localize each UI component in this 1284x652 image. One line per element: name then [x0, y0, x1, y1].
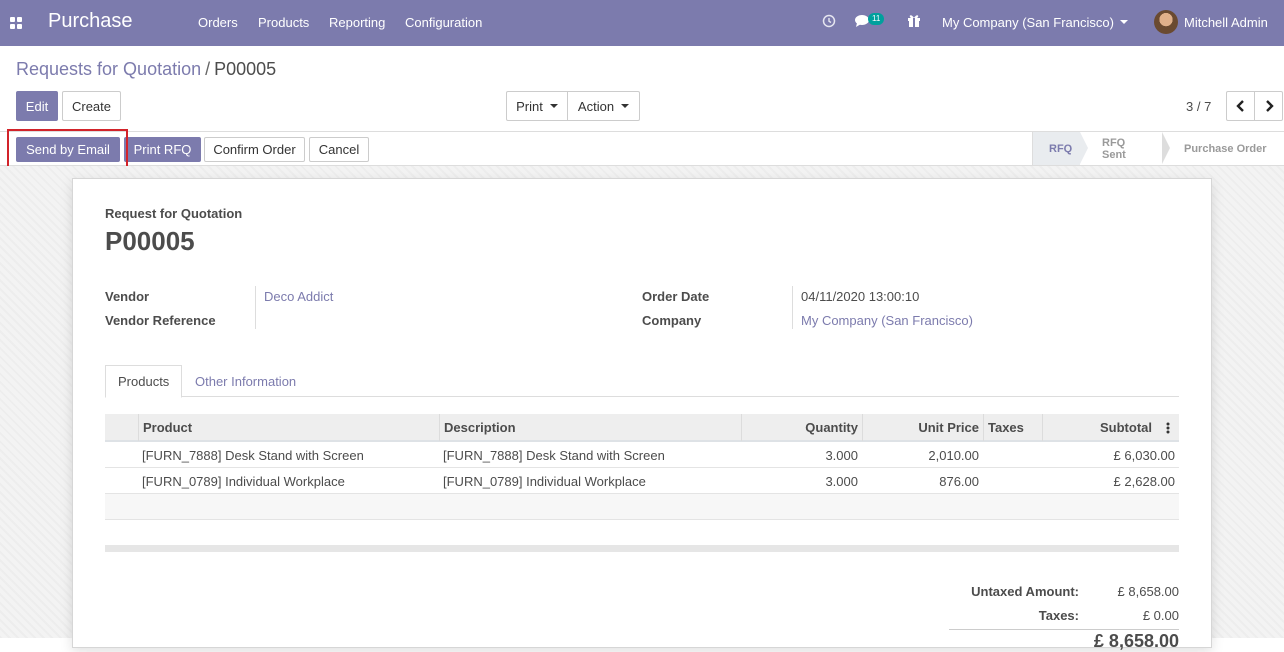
- row-subtotal: £ 2,628.00: [1113, 473, 1175, 489]
- action-label: Action: [577, 98, 615, 114]
- stage-rfq[interactable]: RFQ: [1032, 132, 1088, 165]
- row-quantity[interactable]: 3.000: [741, 468, 862, 494]
- stage-purchase-order[interactable]: Purchase Order: [1162, 132, 1284, 165]
- untaxed-amount-label: Untaxed Amount:: [971, 584, 1079, 599]
- vendor-field[interactable]: Deco Addict: [264, 289, 333, 304]
- row-taxes[interactable]: [983, 468, 1042, 494]
- menu-products[interactable]: Products: [258, 15, 309, 30]
- action-dropdown[interactable]: Action: [567, 91, 640, 121]
- breadcrumb-current: P00005: [214, 59, 277, 79]
- table-header: Product Description Quantity Unit Price …: [105, 414, 1179, 442]
- form-subtitle: Request for Quotation: [105, 206, 243, 221]
- column-product[interactable]: Product: [138, 414, 439, 441]
- vendor-label: Vendor: [105, 289, 150, 304]
- totals-divider: [949, 629, 1179, 630]
- column-subtotal[interactable]: Subtotal: [1042, 414, 1156, 441]
- row-unit-price[interactable]: 2,010.00: [862, 442, 983, 468]
- chevron-left-icon: [1235, 100, 1244, 112]
- row-unit-price[interactable]: 876.00: [862, 468, 983, 494]
- confirm-order-button[interactable]: Confirm Order: [204, 137, 305, 162]
- form-title: P00005: [105, 226, 195, 256]
- chevron-right-icon: [1265, 100, 1274, 112]
- notebook-tabs: Products Other Information: [105, 365, 1179, 398]
- print-rfq-button[interactable]: Print RFQ: [124, 137, 201, 162]
- chevron-down-icon: [621, 104, 630, 108]
- row-product[interactable]: [FURN_0789] Individual Workplace: [138, 468, 439, 494]
- row-quantity[interactable]: 3.000: [741, 442, 862, 468]
- column-quantity[interactable]: Quantity: [741, 414, 862, 441]
- table-row[interactable]: [FURN_0789] Individual Workplace [FURN_0…: [105, 468, 1179, 494]
- field-divider: [255, 286, 256, 329]
- company-label: Company: [642, 313, 702, 328]
- menu-orders[interactable]: Orders: [198, 15, 238, 30]
- apps-grid-icon[interactable]: [10, 17, 22, 29]
- vendor-reference-label: Vendor Reference: [105, 313, 216, 328]
- breadcrumb: Requests for Quotation / P00005: [16, 59, 276, 80]
- chevron-down-icon: [549, 104, 558, 108]
- stage-rfq-sent[interactable]: RFQ Sent: [1080, 132, 1170, 165]
- pager-value[interactable]: 3 / 7: [1186, 99, 1211, 114]
- create-button[interactable]: Create: [62, 91, 121, 121]
- untaxed-amount-value: £ 8,658.00: [1117, 584, 1179, 599]
- edit-button[interactable]: Edit: [16, 91, 58, 121]
- order-lines-table: Product Description Quantity Unit Price …: [105, 414, 1179, 520]
- statusbar: Send by Email Print RFQ Confirm Order Ca…: [0, 131, 1284, 166]
- column-taxes[interactable]: Taxes: [983, 414, 1042, 441]
- column-unit-price[interactable]: Unit Price: [862, 414, 983, 441]
- row-description[interactable]: [FURN_0789] Individual Workplace: [439, 468, 741, 494]
- pager-previous-button[interactable]: [1226, 91, 1255, 121]
- stage-purchase-order-label: Purchase Order: [1184, 142, 1267, 155]
- avatar[interactable]: [1154, 10, 1178, 34]
- row-product[interactable]: [FURN_7888] Desk Stand with Screen: [138, 442, 439, 468]
- tab-products[interactable]: Products: [105, 365, 182, 398]
- form-sheet: Request for Quotation P00005 Vendor Deco…: [72, 178, 1212, 651]
- order-date-label: Order Date: [642, 289, 710, 304]
- table-footer: [105, 545, 1179, 552]
- tab-other-information[interactable]: Other Information: [183, 365, 308, 398]
- stage-rfq-sent-label: RFQ Sent: [1102, 136, 1126, 161]
- kebab-icon[interactable]: [1156, 414, 1179, 441]
- breadcrumb-parent[interactable]: Requests for Quotation: [16, 59, 201, 79]
- order-date-field[interactable]: 04/11/2020 13:00:10: [801, 289, 919, 304]
- chevron-down-icon: [1120, 20, 1128, 24]
- row-description[interactable]: [FURN_7888] Desk Stand with Screen: [439, 442, 741, 468]
- menu-configuration[interactable]: Configuration: [405, 15, 482, 30]
- top-navbar: Purchase Orders Products Reporting Confi…: [0, 0, 1284, 46]
- stage-pipeline: RFQ RFQ Sent Purchase Order: [1032, 132, 1284, 165]
- print-dropdown[interactable]: Print: [506, 91, 568, 121]
- pager-next-button[interactable]: [1254, 91, 1283, 121]
- stage-rfq-label: RFQ: [1049, 142, 1073, 155]
- tab-other-information-label: Other Information: [195, 374, 297, 389]
- company-field[interactable]: My Company (San Francisco): [801, 313, 973, 328]
- message-count-badge: 11: [868, 13, 885, 25]
- tab-products-label: Products: [118, 374, 170, 389]
- app-brand[interactable]: Purchase: [48, 10, 133, 33]
- taxes-value: £ 0.00: [1142, 608, 1179, 623]
- row-taxes[interactable]: [983, 442, 1042, 468]
- print-label: Print: [516, 98, 543, 114]
- cancel-button[interactable]: Cancel: [309, 137, 369, 162]
- menu-reporting[interactable]: Reporting: [329, 15, 385, 30]
- table-row[interactable]: [FURN_7888] Desk Stand with Screen [FURN…: [105, 442, 1179, 468]
- user-menu[interactable]: Mitchell Admin: [1184, 15, 1268, 30]
- breadcrumb-separator: /: [205, 59, 211, 79]
- gift-icon[interactable]: [907, 13, 921, 30]
- total-value: £ 8,658.00: [1093, 631, 1179, 651]
- column-description[interactable]: Description: [439, 414, 741, 441]
- clock-icon[interactable]: [822, 14, 836, 31]
- field-divider: [792, 286, 793, 329]
- empty-table-row: [105, 494, 1179, 520]
- taxes-label: Taxes:: [1038, 608, 1079, 623]
- row-subtotal: £ 6,030.00: [1113, 447, 1175, 463]
- highlight-annotation-box: [7, 129, 128, 169]
- company-switcher[interactable]: My Company (San Francisco): [942, 15, 1114, 30]
